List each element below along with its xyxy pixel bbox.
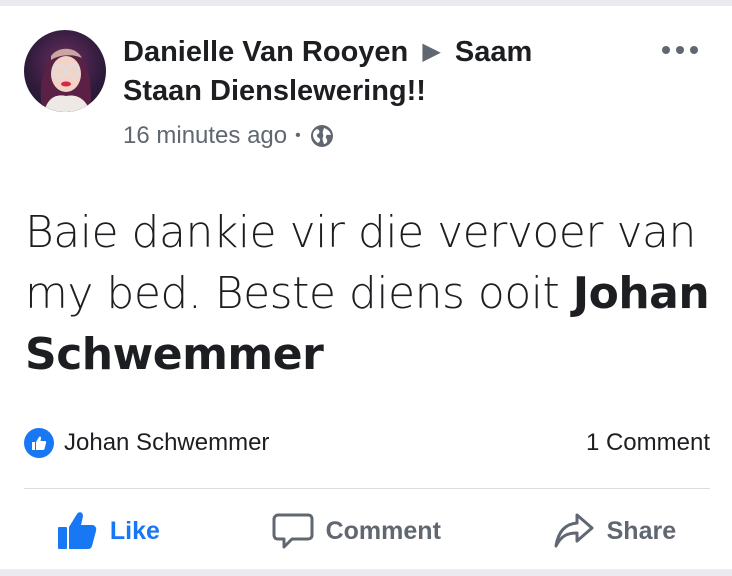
post-card: Danielle Van Rooyen ▶ Saam Staan Diensle… <box>0 6 732 569</box>
more-options-icon[interactable] <box>662 42 698 58</box>
like-button[interactable]: Like <box>56 511 160 551</box>
comment-button[interactable]: Comment <box>272 511 441 551</box>
post-body: Baie dankie vir die vervoer van my bed. … <box>25 202 715 385</box>
separator-dot: • <box>295 127 301 144</box>
share-label: Share <box>606 516 677 545</box>
triangle-right-icon: ▶ <box>422 38 441 65</box>
reactions-bar: Johan Schwemmer 1 Comment <box>24 426 710 460</box>
share-button[interactable]: Share <box>553 511 676 551</box>
globe-icon[interactable] <box>309 123 335 149</box>
author-name[interactable]: Danielle Van Rooyen <box>123 36 408 68</box>
speech-bubble-icon <box>272 513 314 549</box>
post-header: Danielle Van Rooyen ▶ Saam Staan Diensle… <box>123 32 603 111</box>
post-meta: 16 minutes ago • <box>123 120 335 152</box>
divider <box>24 488 710 489</box>
comment-count[interactable]: 1 Comment <box>586 429 710 457</box>
thumbs-up-icon <box>57 512 97 549</box>
comment-label: Comment <box>325 516 441 545</box>
share-arrow-icon <box>554 513 594 548</box>
like-label: Like <box>109 516 160 545</box>
liker-name: Johan Schwemmer <box>64 429 270 456</box>
reaction-summary[interactable]: Johan Schwemmer <box>24 428 269 458</box>
action-bar: Like Comment Share <box>0 506 732 556</box>
like-reaction-icon <box>24 428 54 458</box>
avatar[interactable] <box>24 30 106 112</box>
timestamp[interactable]: 16 minutes ago <box>123 120 287 152</box>
